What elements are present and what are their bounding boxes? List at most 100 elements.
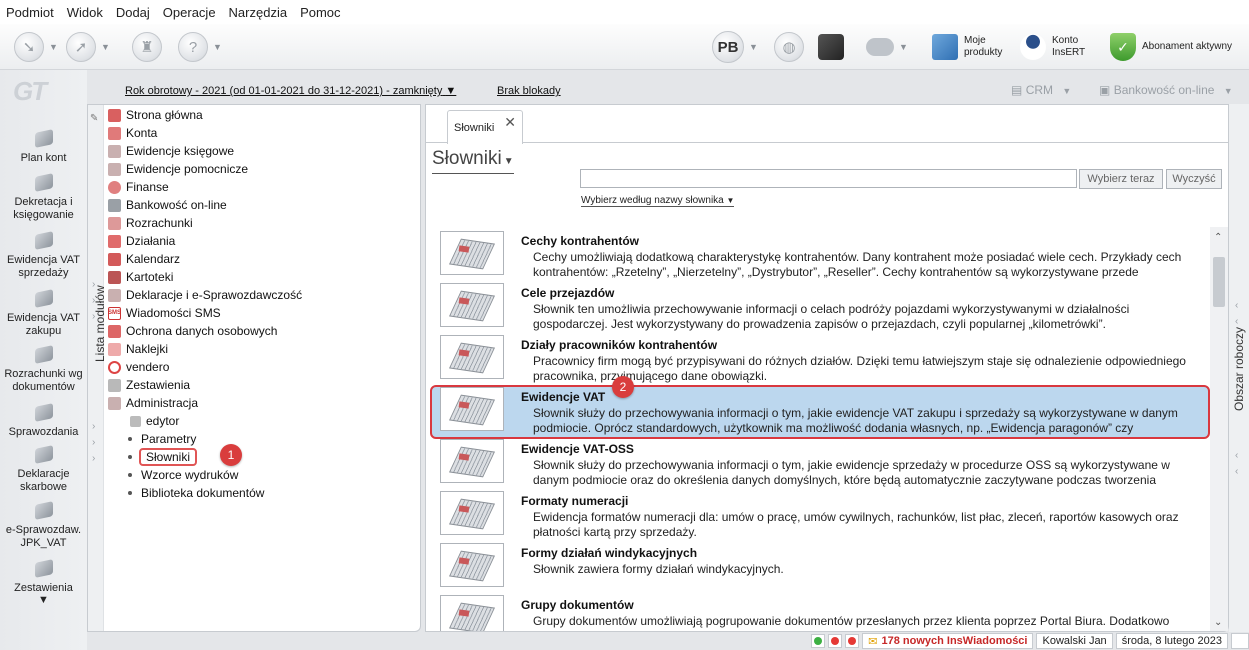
chevron-down-icon[interactable]: ⌄ <box>1214 617 1222 628</box>
module-dzialania[interactable]: Działania <box>108 232 175 250</box>
nav-deklaracje[interactable]: Deklaracje skarbowe <box>0 444 87 494</box>
konto-insert-button[interactable]: Konto InsERT <box>1020 30 1092 64</box>
module-sms[interactable]: SMS Wiadomości SMS <box>108 304 221 322</box>
nav-sprawozdania[interactable]: Sprawozdania <box>0 402 87 439</box>
chevron-left-icon[interactable]: ‹ <box>1235 466 1238 477</box>
chevron-right-icon[interactable]: › <box>92 453 95 464</box>
work-area-strip[interactable]: ‹ ‹ Obszar roboczy ‹ ‹ <box>1229 104 1249 632</box>
nav-zestawienia[interactable]: Zestawienia <box>0 558 87 595</box>
chevron-left-icon[interactable]: ‹ <box>1235 316 1238 327</box>
menu-podmiot[interactable]: Podmiot <box>6 5 54 20</box>
module-slowniki[interactable]: Słowniki <box>120 448 198 466</box>
menu-widok[interactable]: Widok <box>67 5 103 20</box>
chevron-right-icon[interactable]: › <box>92 421 95 432</box>
stamp-button[interactable]: ♜ <box>132 30 162 64</box>
module-finanse[interactable]: Finanse <box>108 178 169 196</box>
tab-slowniki[interactable]: Słowniki ✕ <box>447 110 523 144</box>
module-administracja[interactable]: Administracja <box>108 394 198 412</box>
calendar-icon <box>108 252 121 266</box>
calendar-icon[interactable] <box>1231 633 1249 649</box>
help-button[interactable]: ? ▼ <box>178 30 222 64</box>
dictionary-book-icon <box>440 439 504 483</box>
chevron-down-icon: ▼ <box>445 85 457 97</box>
ledger-icon <box>108 288 121 302</box>
cloud-button[interactable]: ▼ <box>866 30 908 64</box>
chevron-right-icon[interactable]: › <box>92 279 95 290</box>
pb-button[interactable]: PB ▼ <box>712 30 758 64</box>
module-strip[interactable]: ✎ Lista modułów › › › › › › <box>88 105 107 631</box>
search-input[interactable] <box>580 169 1077 188</box>
nav-ewidencja-vat-sprzedazy[interactable]: Ewidencja VAT sprzedaży <box>0 230 87 280</box>
module-vendero[interactable]: vendero <box>108 358 169 376</box>
module-edytor[interactable]: edytor <box>130 412 179 430</box>
module-konta[interactable]: Konta <box>108 124 157 142</box>
nav-more-button[interactable]: ▼ <box>0 594 87 607</box>
module-bankowosc[interactable]: Bankowość on-line <box>108 196 227 214</box>
ledger-icon <box>29 344 59 366</box>
arrow-icon: ➚ <box>66 32 96 62</box>
bank-online-button[interactable]: ▣ Bankowość on-line ▼ <box>1099 83 1233 97</box>
chevron-right-icon[interactable]: › <box>92 437 95 448</box>
module-ewidencje-pomocnicze[interactable]: Ewidencje pomocnicze <box>108 160 248 178</box>
list-item[interactable]: Formaty numeracji Ewidencja formatów num… <box>426 487 1210 539</box>
back-button[interactable]: ➘ ▼ <box>14 30 58 64</box>
nav-dekretacja[interactable]: Dekretacja i księgowanie <box>0 172 87 222</box>
moje-produkty-button[interactable]: Moje produkty <box>932 30 1008 64</box>
module-zestawienia[interactable]: Zestawienia <box>108 376 190 394</box>
nav-e-sprawozdawczosc[interactable]: JPK e-Sprawozdaw. JPK_VAT <box>0 500 87 550</box>
vertical-scrollbar[interactable]: ⌃ ⌄ <box>1210 227 1228 631</box>
chevron-right-icon[interactable]: › <box>92 295 95 306</box>
module-ochrona-danych[interactable]: Ochrona danych osobowych <box>108 322 277 340</box>
module-kartoteki[interactable]: Kartoteki <box>108 268 173 286</box>
menu-pomoc[interactable]: Pomoc <box>300 5 340 20</box>
menu-operacje[interactable]: Operacje <box>163 5 216 20</box>
chevron-right-icon[interactable]: › <box>92 311 95 322</box>
module-parametry[interactable]: Parametry <box>120 430 196 448</box>
chevron-up-icon[interactable]: ⌃ <box>1214 232 1222 243</box>
list-item[interactable]: Grupy dokumentów Grupy dokumentów umożli… <box>426 591 1210 631</box>
nav-rozrachunki[interactable]: Rozrachunki wg dokumentów <box>0 344 87 394</box>
menu-narzedzia[interactable]: Narzędzia <box>229 5 288 20</box>
scrollbar-thumb[interactable] <box>1213 257 1225 307</box>
chevron-down-icon: ▼ <box>899 42 908 52</box>
news-indicator[interactable]: ✉ 178 nowych InsWiadomości <box>862 633 1034 649</box>
crm-button[interactable]: ▤ CRM ▼ <box>1011 83 1071 97</box>
lock-status-link[interactable]: Brak blokady <box>497 85 561 97</box>
page-title[interactable]: Słowniki ▼ <box>432 148 514 174</box>
vendero-icon <box>108 360 121 374</box>
module-kalendarz[interactable]: Kalendarz <box>108 250 180 268</box>
nav-ewidencja-vat-zakupu[interactable]: Ewidencja VAT zakupu <box>0 288 87 338</box>
module-rozrachunki[interactable]: Rozrachunki <box>108 214 193 232</box>
fiscal-year-selector[interactable]: Rok obrotowy - 2021 (od 01-01-2021 do 31… <box>125 85 456 97</box>
list-item[interactable]: Cele przejazdów Słownik ten umożliwia pr… <box>426 279 1210 331</box>
module-biblioteka[interactable]: Biblioteka dokumentów <box>120 484 264 502</box>
abonament-button[interactable]: ✓ Abonament aktywny <box>1110 30 1232 64</box>
ledger-icon <box>108 144 121 158</box>
module-naklejki[interactable]: Naklejki <box>108 340 168 358</box>
list-item-selected[interactable]: Ewidencje VAT Słownik służy do przechowy… <box>426 383 1210 435</box>
list-item[interactable]: Działy pracowników kontrahentów Pracowni… <box>426 331 1210 383</box>
list-item[interactable]: Formy działań windykacyjnych Słownik zaw… <box>426 539 1210 591</box>
list-item[interactable]: Cechy kontrahentów Cechy umożliwiają dod… <box>426 227 1210 279</box>
year-bar: Rok obrotowy - 2021 (od 01-01-2021 do 31… <box>87 78 1249 106</box>
products-icon <box>932 34 958 60</box>
list-item[interactable]: Ewidencje VAT-OSS Słownik służy do przec… <box>426 435 1210 487</box>
module-deklaracje[interactable]: Deklaracje i e-Sprawozdawczość <box>108 286 302 304</box>
cube-button[interactable] <box>818 30 844 64</box>
globe-button[interactable]: ◍ <box>774 30 804 64</box>
menu-dodaj[interactable]: Dodaj <box>116 5 150 20</box>
module-ewidencje-ksiegowe[interactable]: Ewidencje księgowe <box>108 142 234 160</box>
filter-selector[interactable]: Wybierz według nazwy słownika ▼ <box>581 195 735 207</box>
menu-bar: Podmiot Widok Dodaj Operacje Narzędzia P… <box>0 0 1249 24</box>
choose-now-button[interactable]: Wybierz teraz <box>1079 169 1163 189</box>
ledger-icon <box>29 558 59 580</box>
module-wzorce-wydrukow[interactable]: Wzorce wydruków <box>120 466 238 484</box>
nav-plan-kont[interactable]: Plan kont <box>0 128 87 165</box>
clear-button[interactable]: Wyczyść <box>1166 169 1222 189</box>
chevron-left-icon[interactable]: ‹ <box>1235 300 1238 311</box>
chevron-left-icon[interactable]: ‹ <box>1235 450 1238 461</box>
module-strona-glowna[interactable]: Strona główna <box>108 106 203 124</box>
forward-button[interactable]: ➚ ▼ <box>66 30 110 64</box>
pin-icon[interactable]: ✎ <box>90 113 98 124</box>
close-icon[interactable]: ✕ <box>504 114 516 131</box>
